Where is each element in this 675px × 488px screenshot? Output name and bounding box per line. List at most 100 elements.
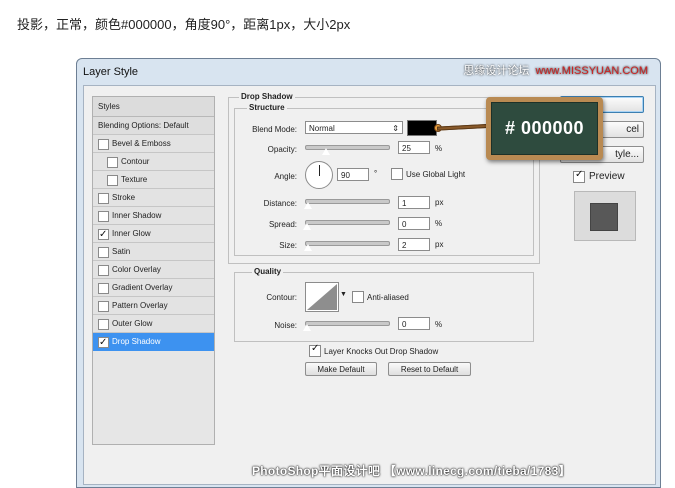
- quality-group: [234, 272, 534, 342]
- style-item-label: Outer Glow: [112, 319, 153, 328]
- distance-slider-thumb[interactable]: [303, 201, 313, 210]
- style-item-bevel-emboss[interactable]: Bevel & Emboss: [93, 135, 214, 153]
- preview-square: [590, 203, 618, 231]
- structure-title: Structure: [247, 103, 287, 112]
- anti-aliased-label: Anti-aliased: [367, 293, 409, 302]
- spread-label: Spread:: [268, 220, 297, 229]
- style-item-checkbox[interactable]: [98, 283, 109, 294]
- style-item-label: Contour: [121, 157, 150, 166]
- opacity-label: Opacity:: [267, 145, 297, 154]
- distance-slider[interactable]: [305, 199, 390, 204]
- color-callout-board: # 000000: [486, 97, 603, 160]
- distance-label: Distance:: [263, 199, 297, 208]
- anti-aliased-checkbox[interactable]: [352, 291, 364, 303]
- style-item-drop-shadow[interactable]: Drop Shadow: [93, 333, 214, 352]
- style-item-checkbox[interactable]: [98, 334, 109, 352]
- style-item-checkbox[interactable]: [98, 301, 109, 312]
- watermark-top-site: www.MISSYUAN.COM: [535, 65, 648, 77]
- style-item-label: Texture: [121, 175, 148, 184]
- style-item-inner-glow[interactable]: Inner Glow: [93, 225, 214, 244]
- distance-unit: px: [435, 198, 444, 207]
- contour-picker[interactable]: [305, 282, 339, 312]
- blend-mode-select[interactable]: Normal ⇕: [305, 121, 403, 134]
- style-item-inner-shadow[interactable]: Inner Shadow: [93, 207, 214, 225]
- blending-options-item[interactable]: Blending Options: Default: [93, 117, 214, 135]
- angle-unit: °: [374, 169, 378, 178]
- style-item-label: Gradient Overlay: [112, 283, 173, 292]
- style-item-label: Inner Shadow: [112, 211, 162, 220]
- select-arrows-icon: ⇕: [392, 124, 399, 133]
- spread-unit: %: [435, 219, 443, 228]
- style-item-checkbox[interactable]: [98, 211, 109, 222]
- use-global-light-checkbox[interactable]: [391, 168, 403, 180]
- angle-input[interactable]: 90: [337, 168, 369, 181]
- style-item-checkbox[interactable]: [107, 175, 118, 186]
- spread-slider-thumb[interactable]: [302, 222, 312, 231]
- style-item-contour[interactable]: Contour: [93, 153, 214, 171]
- size-input[interactable]: 2: [398, 238, 430, 251]
- style-item-stroke[interactable]: Stroke: [93, 189, 214, 207]
- watermark-top-text: 思缘设计论坛: [463, 65, 530, 77]
- noise-label: Noise:: [274, 321, 297, 330]
- style-item-satin[interactable]: Satin: [93, 243, 214, 261]
- color-callout-text: # 000000: [491, 102, 598, 155]
- opacity-input[interactable]: 25: [398, 141, 430, 154]
- style-item-checkbox[interactable]: [98, 247, 109, 258]
- watermark-bottom: PhotoShop平面设计吧 【www.linecg.com/tieba/178…: [252, 464, 571, 478]
- style-item-label: Color Overlay: [112, 265, 161, 274]
- style-item-label: Stroke: [112, 193, 136, 202]
- spread-input[interactable]: 0: [398, 217, 430, 230]
- knocks-out-checkbox[interactable]: [309, 343, 321, 357]
- make-default-button[interactable]: Make Default: [305, 362, 377, 376]
- preview-checkbox[interactable]: [573, 169, 585, 183]
- noise-slider[interactable]: [305, 321, 390, 326]
- dialog-titlebar[interactable]: Layer Style 思缘设计论坛 www.MISSYUAN.COM: [77, 59, 660, 85]
- style-item-checkbox[interactable]: [98, 226, 109, 244]
- distance-input[interactable]: 1: [398, 196, 430, 209]
- style-item-gradient-overlay[interactable]: Gradient Overlay: [93, 279, 214, 297]
- style-item-checkbox[interactable]: [98, 319, 109, 330]
- style-item-label: Inner Glow: [112, 229, 151, 238]
- style-item-checkbox[interactable]: [98, 193, 109, 204]
- reset-to-default-button[interactable]: Reset to Default: [388, 362, 471, 376]
- use-global-light-label: Use Global Light: [406, 170, 466, 179]
- drop-shadow-title: Drop Shadow: [239, 92, 295, 101]
- contour-label: Contour:: [266, 293, 297, 302]
- style-preview-thumbnail: [574, 191, 636, 241]
- opacity-slider[interactable]: [305, 145, 390, 150]
- style-item-label: Bevel & Emboss: [112, 139, 171, 148]
- contour-dropdown-icon[interactable]: ▼: [340, 291, 347, 298]
- blend-mode-value: Normal: [309, 124, 335, 133]
- noise-unit: %: [435, 320, 443, 329]
- styles-panel: Styles Blending Options: Default Bevel &…: [92, 96, 215, 445]
- size-slider-thumb[interactable]: [303, 243, 313, 252]
- blend-mode-label: Blend Mode:: [252, 125, 297, 134]
- opacity-slider-thumb[interactable]: [321, 147, 331, 156]
- angle-dial[interactable]: [305, 161, 333, 189]
- size-label: Size:: [279, 241, 297, 250]
- style-item-pattern-overlay[interactable]: Pattern Overlay: [93, 297, 214, 315]
- style-item-label: Drop Shadow: [112, 337, 161, 346]
- size-unit: px: [435, 240, 444, 249]
- style-item-checkbox[interactable]: [98, 265, 109, 276]
- style-item-checkbox[interactable]: [98, 139, 109, 150]
- style-item-label: Pattern Overlay: [112, 301, 168, 310]
- style-item-outer-glow[interactable]: Outer Glow: [93, 315, 214, 333]
- quality-title: Quality: [252, 267, 284, 276]
- shadow-color-swatch[interactable]: [407, 120, 437, 136]
- spread-slider[interactable]: [305, 220, 390, 225]
- style-item-texture[interactable]: Texture: [93, 171, 214, 189]
- noise-slider-thumb[interactable]: [302, 323, 312, 332]
- knocks-out-label: Layer Knocks Out Drop Shadow: [324, 347, 439, 356]
- contour-curve-icon: [307, 284, 337, 310]
- opacity-unit: %: [435, 144, 443, 153]
- style-item-label: Satin: [112, 247, 131, 256]
- style-items-list: Bevel & Emboss Contour Texture Stroke Inner …: [93, 135, 214, 352]
- styles-header[interactable]: Styles: [93, 97, 214, 117]
- dialog-title: Layer Style: [83, 66, 139, 78]
- style-item-checkbox[interactable]: [107, 157, 118, 168]
- tutorial-caption: 投影，正常，颜色#000000，角度90°，距离1px，大小2px: [17, 17, 351, 32]
- size-slider[interactable]: [305, 241, 390, 246]
- noise-input[interactable]: 0: [398, 317, 430, 330]
- style-item-color-overlay[interactable]: Color Overlay: [93, 261, 214, 279]
